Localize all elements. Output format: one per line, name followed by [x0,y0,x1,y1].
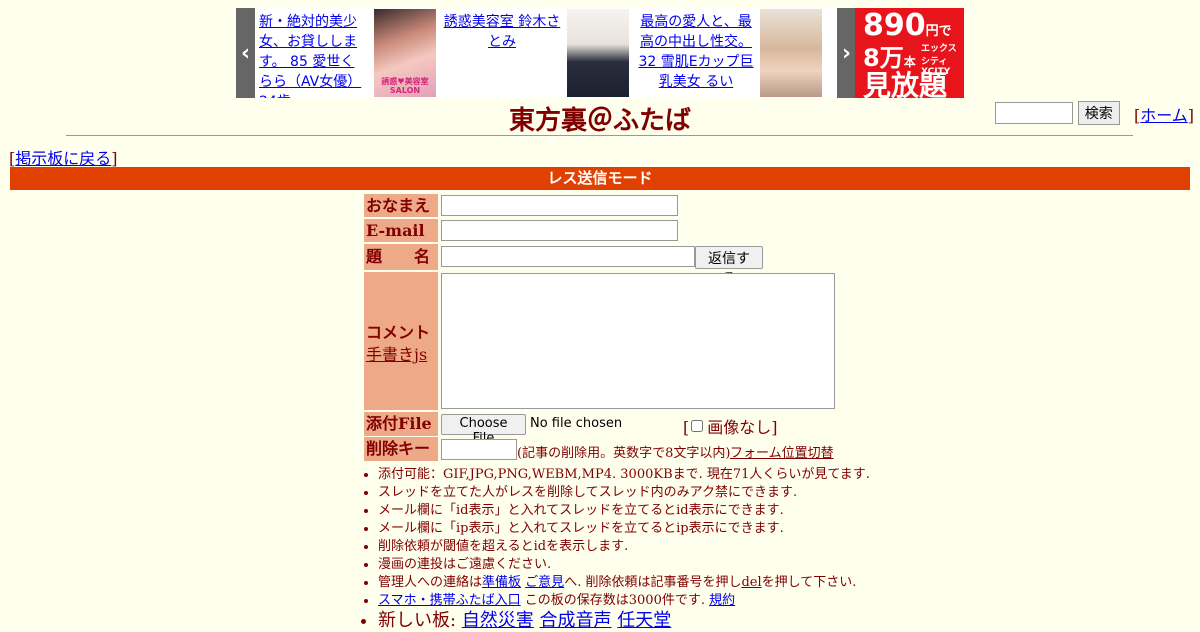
choose-file-button[interactable]: Choose File [441,414,526,446]
ad-item-2-thumbnail[interactable]: 誘惑♥美容室 SALON [374,9,436,97]
rule-item: 添付可能：GIF,JPG,PNG,WEBM,MP4. 3000KBまで. 現在7… [378,466,898,484]
header-divider [66,135,1133,136]
ad-item-3-thumbnail[interactable] [567,9,629,97]
rule-item: スマホ・携帯ふたば入口 この板の保存数は3000件です. 規約 [378,592,898,610]
reply-mode-bar: レス送信モード [10,167,1190,190]
comment-textarea[interactable] [441,273,835,409]
home-link[interactable]: ホーム [1140,106,1188,125]
delete-key-note: (記事の削除用。英数字で8文字以内) [517,446,731,461]
handwrite-link[interactable]: 手書きjs [366,341,427,365]
ad-item-2-link[interactable]: 誘惑美容室 鈴木さとみ [442,12,562,98]
no-image-label: 画像なし [707,418,772,437]
xcity-banner[interactable]: 890円で 8万本 エックスシティ XCITY 見放題 [855,8,964,102]
rule-item: メール欄に「ip表示」と入れてスレッドを立てるとip表示にできます. [378,520,898,538]
rule-item: メール欄に「id表示」と入れてスレッドを立てるとid表示にできます. [378,502,898,520]
new-boards-item: 新しい板: 自然災害 合成音声 任天堂 [378,610,898,632]
ad-next-arrow[interactable]: › [837,8,856,98]
search-button[interactable]: 検索 [1077,101,1120,125]
delete-key-input[interactable] [441,439,517,460]
ad-item-2[interactable]: 誘惑♥美容室 SALON 誘惑美容室 鈴木さとみ [372,8,563,98]
ad-item-2-thumb-caption: 誘惑♥美容室 SALON [381,77,429,95]
terms-link[interactable]: 規約 [709,593,735,608]
new-board-link[interactable]: 自然災害 [462,610,534,631]
rule-item: スレッドを立てた人がレスを削除してスレッド内のみアク禁にできます. [378,484,898,502]
form-position-toggle-link[interactable]: フォーム位置切替 [730,442,834,461]
ad-item-4-thumbnail[interactable] [760,9,822,97]
board-rules-list: 添付可能：GIF,JPG,PNG,WEBM,MP4. 3000KBまで. 現在7… [364,466,898,632]
rule-item: 削除依頼が閾値を超えるとidを表示します. [378,538,898,556]
ad-item-3[interactable]: 最高の愛人と、最高の中出し性交。 32 雪肌Eカップ巨乳美女 るい [566,8,756,98]
name-input[interactable] [441,195,678,216]
search-input[interactable] [995,102,1073,124]
no-image-option: [画像なし] [683,418,778,437]
back-nav: [掲示板に戻る] [9,149,118,168]
rule-item: 漫画の連投はご遠慮ください. [378,556,898,574]
ad-item-1-link[interactable]: 新・絶対的美少女、お貸しします。 85 愛世くらら（AV女優）24歳。 [259,12,367,98]
name-label: おなまえ [364,194,438,217]
prep-board-link[interactable]: 準備板 [482,575,521,590]
feedback-link[interactable]: ご意見 [525,575,564,590]
ad-banner-strip: ‹ 新・絶対的美少女、お貸しします。 85 愛世くらら（AV女優）24歳。 誘惑… [236,8,964,102]
del-link[interactable]: del [741,575,761,590]
submit-reply-button[interactable]: 返信する [695,246,763,287]
email-input[interactable] [441,220,678,241]
ad-prev-arrow[interactable]: ‹ [236,8,255,98]
comment-label-cell: コメント 手書きjs [364,272,438,410]
rule-item: 管理人への連絡は準備板 ご意見へ. 削除依頼は記事番号を押しdelを押して下さい… [378,574,898,592]
comment-label: コメント [366,323,431,342]
file-label: 添付File [364,412,438,436]
mobile-entry-link[interactable]: スマホ・携帯ふたば入口 [378,593,521,608]
ad-item-4[interactable] [760,8,822,98]
ad-item-1[interactable]: 新・絶対的美少女、お貸しします。 85 愛世くらら（AV女優）24歳。 [255,8,368,98]
new-board-link[interactable]: 合成音声 [540,610,612,631]
ad-item-3-link[interactable]: 最高の愛人と、最高の中出し性交。 32 雪肌Eカップ巨乳美女 るい [636,12,756,98]
new-board-link[interactable]: 任天堂 [617,610,671,631]
home-nav: [ホーム] [1134,106,1195,125]
back-to-board-link[interactable]: 掲示板に戻る [15,149,111,168]
delete-key-label: 削除キー [364,437,438,461]
no-file-text: No file chosen [530,416,623,431]
no-image-checkbox[interactable] [691,420,704,432]
xcity-tag: 見放題 [863,69,948,102]
subject-input[interactable] [441,246,695,267]
subject-label: 題 名 [364,244,438,270]
email-label: E-mail [364,219,438,242]
search-form: 検索 [995,101,1120,125]
